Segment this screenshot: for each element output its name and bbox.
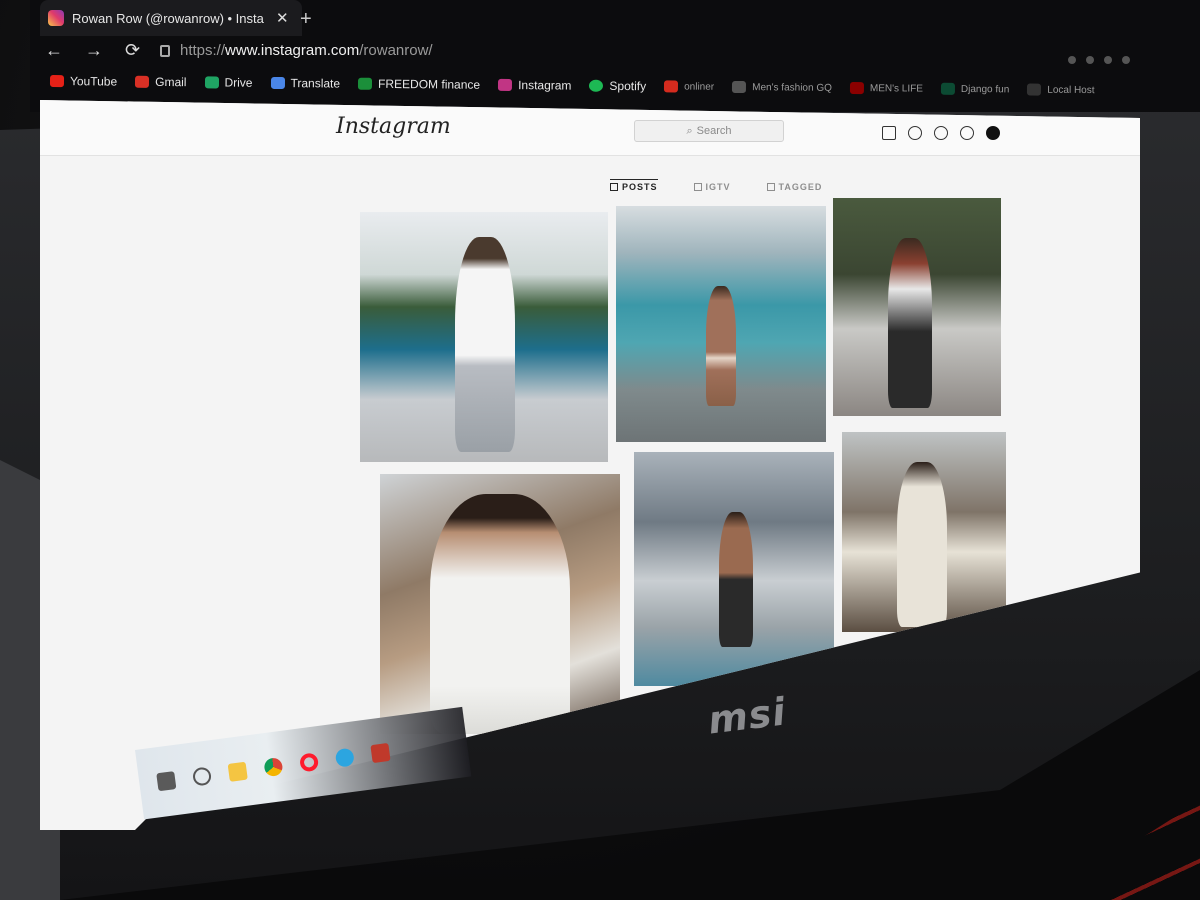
lock-icon	[160, 44, 170, 57]
post-thumbnail[interactable]	[833, 198, 1001, 416]
bookmark-spotify[interactable]: Spotify	[589, 79, 646, 93]
search-placeholder: Search	[696, 125, 732, 137]
nav-buttons: ← → ⟳	[45, 40, 140, 61]
extension-icon[interactable]	[1122, 56, 1130, 64]
windows-start-icon[interactable]	[156, 771, 177, 792]
search-icon[interactable]	[191, 766, 213, 787]
bookmarks-bar: YouTube Gmail Drive Translate FREEDOM fi…	[49, 74, 1095, 97]
extension-icon[interactable]	[1086, 56, 1094, 64]
bookmark-mens-life[interactable]: MEN's LIFE	[849, 81, 923, 95]
address-bar[interactable]: https://www.instagram.com/rowanrow/	[160, 42, 433, 59]
telegram-icon[interactable]	[334, 747, 355, 768]
instagram-icon	[498, 78, 513, 92]
tab-posts[interactable]: POSTS	[610, 179, 658, 192]
forward-button[interactable]: →	[85, 40, 103, 61]
home-icon[interactable]	[882, 126, 896, 140]
extension-icon[interactable]	[1104, 56, 1112, 64]
spotify-icon	[589, 79, 604, 92]
search-input[interactable]: ⌕ Search	[634, 120, 784, 142]
post-thumbnail[interactable]	[380, 474, 620, 734]
post-thumbnail[interactable]	[616, 206, 826, 442]
tab-title: Rowan Row (@rowanrow) • Insta	[72, 10, 264, 26]
freedom-finance-icon	[358, 77, 373, 90]
igtv-icon	[693, 183, 702, 191]
profile-avatar[interactable]	[986, 126, 1000, 140]
opera-icon[interactable]	[299, 752, 320, 773]
back-button[interactable]: ←	[45, 40, 63, 61]
file-explorer-icon[interactable]	[227, 761, 248, 782]
reload-button[interactable]: ⟳	[125, 40, 140, 61]
extensions-area	[1068, 56, 1130, 64]
bookmark-instagram[interactable]: Instagram	[498, 78, 572, 93]
grid-icon	[610, 183, 618, 191]
drive-icon	[204, 76, 219, 89]
bookmark-freedom-finance[interactable]: FREEDOM finance	[358, 77, 480, 92]
profile-tabs: POSTS IGTV TAGGED	[610, 179, 823, 192]
bookmark-translate[interactable]: Translate	[270, 76, 340, 91]
post-thumbnail[interactable]	[360, 212, 608, 462]
search-icon: ⌕	[686, 124, 693, 137]
bookmark-localhost[interactable]: Local Host	[1027, 83, 1095, 97]
browser-chrome: Rowan Row (@rowanrow) • Insta ✕ + ← → ⟳ …	[30, 0, 1200, 112]
onliner-icon	[664, 80, 679, 93]
bookmark-gq[interactable]: Men's fashion GQ	[732, 80, 832, 94]
youtube-icon	[49, 75, 65, 88]
close-tab-icon[interactable]: ✕	[276, 9, 289, 27]
tab-tagged[interactable]: TAGGED	[766, 182, 823, 192]
url-text: https://www.instagram.com/rowanrow/	[180, 42, 433, 59]
localhost-icon	[1027, 83, 1042, 96]
mens-life-icon	[849, 81, 864, 95]
translate-icon	[270, 76, 285, 90]
bookmark-django[interactable]: Django fun	[940, 82, 1009, 96]
heart-icon[interactable]	[960, 126, 974, 140]
tab-igtv[interactable]: IGTV	[693, 182, 731, 192]
laptop: msi Rowan Row (@rowanrow) • Insta ✕ + ← …	[0, 0, 1200, 900]
bookmark-onliner[interactable]: onliner	[664, 80, 714, 93]
keyboard-backlight	[1044, 801, 1200, 900]
bookmark-youtube[interactable]: YouTube	[49, 74, 117, 89]
messenger-icon[interactable]	[908, 126, 922, 140]
instagram-logo[interactable]: Instagram	[336, 114, 451, 139]
explore-icon[interactable]	[934, 126, 948, 140]
post-thumbnail[interactable]	[842, 432, 1006, 632]
instagram-favicon-icon	[48, 10, 64, 26]
bookmark-gmail[interactable]: Gmail	[135, 75, 187, 89]
django-icon	[940, 82, 955, 95]
tagged-icon	[766, 183, 775, 191]
chrome-icon[interactable]	[263, 756, 284, 778]
header-icons	[882, 126, 1000, 140]
bookmark-drive[interactable]: Drive	[204, 75, 253, 90]
extension-icon[interactable]	[1068, 56, 1076, 64]
browser-tab[interactable]: Rowan Row (@rowanrow) • Insta ✕	[40, 0, 302, 36]
gq-icon	[732, 80, 747, 94]
app-icon[interactable]	[370, 742, 391, 764]
new-tab-button[interactable]: +	[300, 8, 312, 31]
post-thumbnail[interactable]	[634, 452, 834, 686]
gmail-icon	[135, 75, 150, 88]
